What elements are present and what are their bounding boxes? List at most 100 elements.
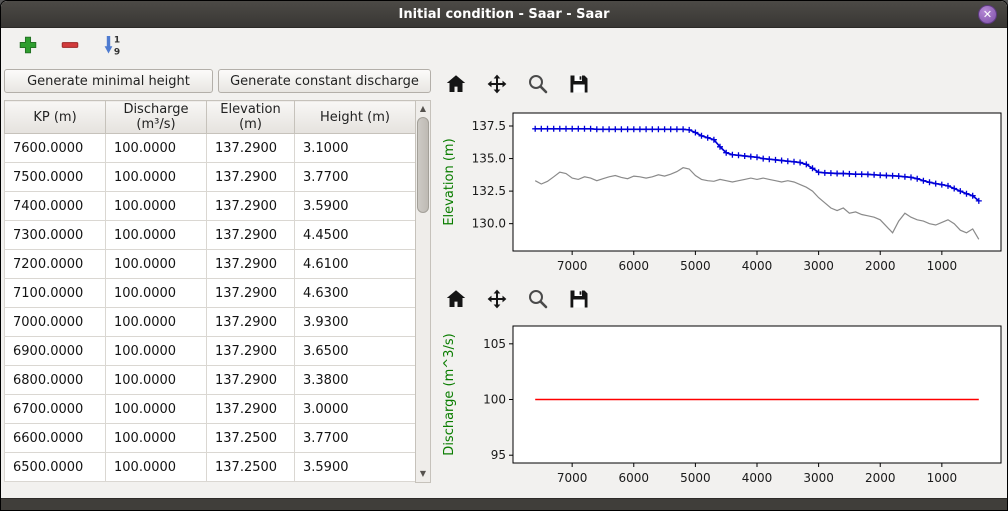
scrollbar-thumb[interactable] [417, 117, 429, 213]
table-cell[interactable]: 137.2900 [207, 366, 295, 395]
y-axis-label: Elevation (m) [442, 138, 457, 225]
table-cell[interactable]: 7500.0000 [5, 163, 106, 192]
table-cell[interactable]: 100.0000 [106, 308, 207, 337]
table-cell[interactable]: 100.0000 [106, 424, 207, 453]
table-cell[interactable]: 3.0000 [295, 395, 416, 424]
table-row[interactable]: 7100.0000100.0000137.29004.6300 [5, 279, 416, 308]
table-cell[interactable]: 100.0000 [106, 192, 207, 221]
table-cell[interactable]: 4.6100 [295, 250, 416, 279]
table-cell[interactable]: 7100.0000 [5, 279, 106, 308]
table-cell[interactable]: 137.2500 [207, 424, 295, 453]
table-cell[interactable]: 137.2900 [207, 337, 295, 366]
table-cell[interactable]: 3.5900 [295, 453, 416, 482]
table-cell[interactable]: 3.1000 [295, 134, 416, 163]
scroll-up-icon: ▲ [420, 104, 426, 113]
table-cell[interactable]: 3.5900 [295, 192, 416, 221]
column-header-height[interactable]: Height (m) [295, 101, 416, 134]
table-cell[interactable]: 6500.0000 [5, 453, 106, 482]
table-cell[interactable]: 100.0000 [106, 366, 207, 395]
table-row[interactable]: 6600.0000100.0000137.25003.7700 [5, 424, 416, 453]
close-button[interactable]: ✕ [978, 5, 997, 24]
table-cell[interactable]: 3.3800 [295, 366, 416, 395]
table-row[interactable]: 7600.0000100.0000137.29003.1000 [5, 134, 416, 163]
table-cell[interactable]: 137.2900 [207, 163, 295, 192]
table-row[interactable]: 6700.0000100.0000137.29003.0000 [5, 395, 416, 424]
table-cell[interactable]: 7400.0000 [5, 192, 106, 221]
table-cell[interactable]: 4.4500 [295, 221, 416, 250]
generate-constant-discharge-button[interactable]: Generate constant discharge [218, 69, 431, 93]
main-toolbar: 1 9 [1, 29, 1007, 61]
table-cell[interactable]: 3.7700 [295, 163, 416, 192]
column-header-kp[interactable]: KP (m) [5, 101, 106, 134]
x-tick-label: 4000 [742, 259, 773, 273]
discharge-chart-canvas[interactable]: 700060005000400030002000100095100105Disc… [437, 316, 1008, 488]
table-row[interactable]: 6900.0000100.0000137.29003.6500 [5, 337, 416, 366]
elevation-chart-canvas[interactable]: 7000600050004000300020001000130.0132.513… [437, 101, 1008, 279]
charts-panel: 7000600050004000300020001000130.0132.513… [437, 61, 1008, 501]
scrollbar-down-button[interactable]: ▼ [416, 467, 430, 481]
table-cell[interactable]: 100.0000 [106, 337, 207, 366]
table-cell[interactable]: 137.2900 [207, 250, 295, 279]
y-tick-label: 132.5 [472, 184, 506, 198]
table-cell[interactable]: 137.2900 [207, 395, 295, 424]
save-button[interactable] [566, 286, 592, 312]
home-button[interactable] [443, 71, 469, 97]
table-scrollbar[interactable]: ▲ ▼ [415, 100, 431, 483]
column-header-discharge[interactable]: Discharge (m³/s) [106, 101, 207, 134]
column-header-elevation[interactable]: Elevation (m) [207, 101, 295, 134]
pan-button[interactable] [484, 71, 510, 97]
table-cell[interactable]: 100.0000 [106, 250, 207, 279]
sort-rows-button[interactable]: 1 9 [99, 32, 125, 58]
table-row[interactable]: 6500.0000100.0000137.25003.5900 [5, 453, 416, 482]
y-tick-label: 135.0 [472, 152, 506, 166]
save-icon [567, 72, 591, 96]
home-button[interactable] [443, 286, 469, 312]
table-cell[interactable]: 137.2900 [207, 279, 295, 308]
table-row[interactable]: 7000.0000100.0000137.29003.9300 [5, 308, 416, 337]
table-cell[interactable]: 100.0000 [106, 453, 207, 482]
sort-descending-icon: 1 9 [100, 33, 124, 57]
pan-button[interactable] [484, 286, 510, 312]
table-cell[interactable]: 4.6300 [295, 279, 416, 308]
table-cell[interactable]: 100.0000 [106, 134, 207, 163]
table-cell[interactable]: 7300.0000 [5, 221, 106, 250]
add-row-button[interactable] [15, 32, 41, 58]
scrollbar-up-button[interactable]: ▲ [416, 102, 430, 116]
table-cell[interactable]: 137.2500 [207, 453, 295, 482]
table-cell[interactable]: 7600.0000 [5, 134, 106, 163]
save-button[interactable] [566, 71, 592, 97]
generate-minimal-height-button[interactable]: Generate minimal height [4, 69, 213, 93]
table-cell[interactable]: 100.0000 [106, 163, 207, 192]
table-cell[interactable]: 137.2900 [207, 134, 295, 163]
table-cell[interactable]: 7000.0000 [5, 308, 106, 337]
table-row[interactable]: 7400.0000100.0000137.29003.5900 [5, 192, 416, 221]
scroll-down-icon: ▼ [420, 469, 426, 478]
table-cell[interactable]: 137.2900 [207, 192, 295, 221]
zoom-button[interactable] [525, 286, 551, 312]
table-row[interactable]: 7200.0000100.0000137.29004.6100 [5, 250, 416, 279]
table-cell[interactable]: 100.0000 [106, 221, 207, 250]
x-tick-label: 7000 [557, 471, 588, 485]
titlebar[interactable]: Initial condition - Saar - Saar ✕ [1, 1, 1007, 28]
table-cell[interactable]: 100.0000 [106, 395, 207, 424]
table-cell[interactable]: 6900.0000 [5, 337, 106, 366]
table-cell[interactable]: 3.9300 [295, 308, 416, 337]
zoom-button[interactable] [525, 71, 551, 97]
table-cell[interactable]: 7200.0000 [5, 250, 106, 279]
remove-icon [59, 34, 81, 56]
table-cell[interactable]: 6700.0000 [5, 395, 106, 424]
home-icon [444, 287, 468, 311]
table-cell[interactable]: 6800.0000 [5, 366, 106, 395]
table-cell[interactable]: 3.7700 [295, 424, 416, 453]
table-cell[interactable]: 137.2900 [207, 308, 295, 337]
table-cell[interactable]: 3.6500 [295, 337, 416, 366]
save-icon [567, 287, 591, 311]
table-cell[interactable]: 137.2900 [207, 221, 295, 250]
remove-row-button[interactable] [57, 32, 83, 58]
table-row[interactable]: 6800.0000100.0000137.29003.3800 [5, 366, 416, 395]
table-row[interactable]: 7300.0000100.0000137.29004.4500 [5, 221, 416, 250]
table-row[interactable]: 7500.0000100.0000137.29003.7700 [5, 163, 416, 192]
home-icon [444, 72, 468, 96]
table-cell[interactable]: 100.0000 [106, 279, 207, 308]
table-cell[interactable]: 6600.0000 [5, 424, 106, 453]
